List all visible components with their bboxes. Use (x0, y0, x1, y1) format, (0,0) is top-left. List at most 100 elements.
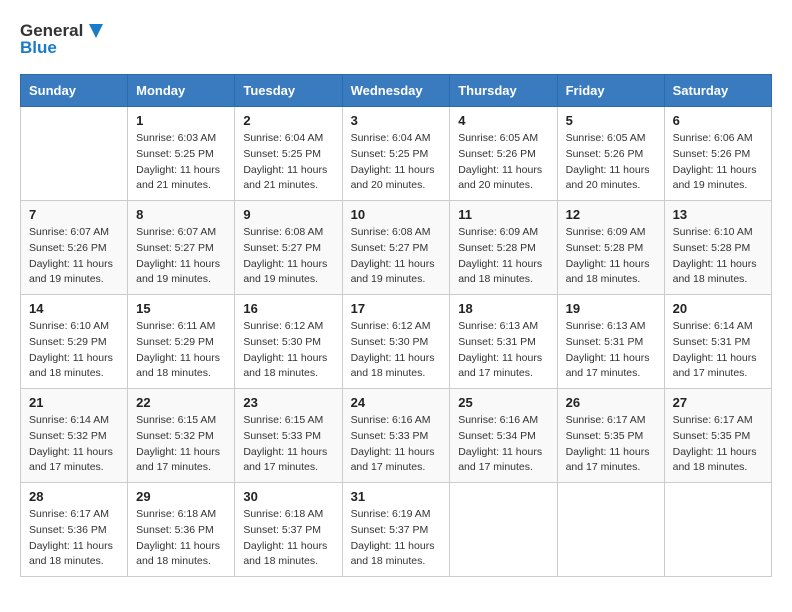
calendar-week-row: 14Sunrise: 6:10 AMSunset: 5:29 PMDayligh… (21, 295, 772, 389)
day-number: 1 (136, 113, 226, 128)
calendar-cell: 17 Sunrise: 6:12 AMSunset: 5:30 PMDayligh… (342, 295, 450, 389)
day-number: 8 (136, 207, 226, 222)
header: General Blue (20, 20, 772, 58)
day-number: 2 (243, 113, 333, 128)
calendar-cell: 5 Sunrise: 6:05 AMSunset: 5:26 PMDaylight… (557, 107, 664, 201)
day-info: Sunrise: 6:16 AMSunset: 5:33 PMDaylight:… (351, 413, 442, 476)
calendar-week-row: 1Sunrise: 6:03 AMSunset: 5:25 PMDaylight… (21, 107, 772, 201)
logo-text: General Blue (20, 20, 107, 58)
weekday-header-monday: Monday (128, 75, 235, 107)
day-info: Sunrise: 6:07 AMSunset: 5:26 PMDaylight:… (29, 225, 119, 288)
weekday-header-thursday: Thursday (450, 75, 557, 107)
calendar-cell: 9 Sunrise: 6:08 AMSunset: 5:27 PMDaylight… (235, 201, 342, 295)
day-number: 11 (458, 207, 548, 222)
calendar-week-row: 7 Sunrise: 6:07 AMSunset: 5:26 PMDaylight… (21, 201, 772, 295)
day-number: 9 (243, 207, 333, 222)
calendar-cell: 27 Sunrise: 6:17 AMSunset: 5:35 PMDayligh… (664, 389, 771, 483)
day-info: Sunrise: 6:07 AMSunset: 5:27 PMDaylight:… (136, 225, 226, 288)
weekday-header-sunday: Sunday (21, 75, 128, 107)
day-number: 24 (351, 395, 442, 410)
day-number: 10 (351, 207, 442, 222)
calendar-cell: 13 Sunrise: 6:10 AMSunset: 5:28 PMDayligh… (664, 201, 771, 295)
calendar-cell: 31 Sunrise: 6:19 AMSunset: 5:37 PMDayligh… (342, 483, 450, 577)
day-info: Sunrise: 6:17 AMSunset: 5:36 PMDaylight:… (29, 507, 119, 570)
day-number: 4 (458, 113, 548, 128)
day-number: 18 (458, 301, 548, 316)
day-info: Sunrise: 6:13 AMSunset: 5:31 PMDaylight:… (458, 319, 548, 382)
calendar-cell: 16 Sunrise: 6:12 AMSunset: 5:30 PMDayligh… (235, 295, 342, 389)
day-number: 15 (136, 301, 226, 316)
day-number: 25 (458, 395, 548, 410)
calendar-cell: 28 Sunrise: 6:17 AMSunset: 5:36 PMDayligh… (21, 483, 128, 577)
calendar-cell: 8 Sunrise: 6:07 AMSunset: 5:27 PMDaylight… (128, 201, 235, 295)
day-info: Sunrise: 6:05 AMSunset: 5:26 PMDaylight:… (566, 131, 656, 194)
day-number: 16 (243, 301, 333, 316)
day-number: 13 (673, 207, 763, 222)
calendar-cell: 6Sunrise: 6:06 AMSunset: 5:26 PMDaylight… (664, 107, 771, 201)
day-info: Sunrise: 6:19 AMSunset: 5:37 PMDaylight:… (351, 507, 442, 570)
weekday-header-friday: Friday (557, 75, 664, 107)
day-info: Sunrise: 6:12 AMSunset: 5:30 PMDaylight:… (243, 319, 333, 382)
day-info: Sunrise: 6:09 AMSunset: 5:28 PMDaylight:… (458, 225, 548, 288)
calendar-cell: 29Sunrise: 6:18 AMSunset: 5:36 PMDayligh… (128, 483, 235, 577)
calendar-cell (557, 483, 664, 577)
day-info: Sunrise: 6:09 AMSunset: 5:28 PMDaylight:… (566, 225, 656, 288)
day-number: 5 (566, 113, 656, 128)
day-info: Sunrise: 6:18 AMSunset: 5:37 PMDaylight:… (243, 507, 333, 570)
calendar-cell: 21 Sunrise: 6:14 AMSunset: 5:32 PMDayligh… (21, 389, 128, 483)
day-info: Sunrise: 6:15 AMSunset: 5:33 PMDaylight:… (243, 413, 333, 476)
day-number: 17 (351, 301, 442, 316)
calendar-cell: 10Sunrise: 6:08 AMSunset: 5:27 PMDayligh… (342, 201, 450, 295)
calendar-cell: 20 Sunrise: 6:14 AMSunset: 5:31 PMDayligh… (664, 295, 771, 389)
weekday-header-wednesday: Wednesday (342, 75, 450, 107)
calendar-cell: 23Sunrise: 6:15 AMSunset: 5:33 PMDayligh… (235, 389, 342, 483)
day-info: Sunrise: 6:14 AMSunset: 5:32 PMDaylight:… (29, 413, 119, 476)
calendar-cell: 18 Sunrise: 6:13 AMSunset: 5:31 PMDayligh… (450, 295, 557, 389)
day-number: 7 (29, 207, 119, 222)
day-number: 22 (136, 395, 226, 410)
calendar-cell: 14Sunrise: 6:10 AMSunset: 5:29 PMDayligh… (21, 295, 128, 389)
calendar-cell: 19 Sunrise: 6:13 AMSunset: 5:31 PMDayligh… (557, 295, 664, 389)
day-info: Sunrise: 6:17 AMSunset: 5:35 PMDaylight:… (673, 413, 763, 476)
calendar-cell: 25 Sunrise: 6:16 AMSunset: 5:34 PMDayligh… (450, 389, 557, 483)
day-number: 21 (29, 395, 119, 410)
day-info: Sunrise: 6:13 AMSunset: 5:31 PMDaylight:… (566, 319, 656, 382)
day-info: Sunrise: 6:14 AMSunset: 5:31 PMDaylight:… (673, 319, 763, 382)
day-info: Sunrise: 6:15 AMSunset: 5:32 PMDaylight:… (136, 413, 226, 476)
calendar-cell (21, 107, 128, 201)
day-number: 31 (351, 489, 442, 504)
day-number: 6 (673, 113, 763, 128)
logo: General Blue (20, 20, 107, 58)
day-info: Sunrise: 6:08 AMSunset: 5:27 PMDaylight:… (243, 225, 333, 288)
day-number: 14 (29, 301, 119, 316)
day-info: Sunrise: 6:11 AMSunset: 5:29 PMDaylight:… (136, 319, 226, 382)
calendar-cell (664, 483, 771, 577)
day-info: Sunrise: 6:12 AMSunset: 5:30 PMDaylight:… (351, 319, 442, 382)
day-number: 26 (566, 395, 656, 410)
day-number: 19 (566, 301, 656, 316)
day-number: 3 (351, 113, 442, 128)
day-info: Sunrise: 6:10 AMSunset: 5:28 PMDaylight:… (673, 225, 763, 288)
day-info: Sunrise: 6:05 AMSunset: 5:26 PMDaylight:… (458, 131, 548, 194)
calendar-cell (450, 483, 557, 577)
weekday-header-saturday: Saturday (664, 75, 771, 107)
calendar-week-row: 28 Sunrise: 6:17 AMSunset: 5:36 PMDayligh… (21, 483, 772, 577)
day-number: 27 (673, 395, 763, 410)
calendar-table: SundayMondayTuesdayWednesdayThursdayFrid… (20, 74, 772, 577)
calendar-cell: 26Sunrise: 6:17 AMSunset: 5:35 PMDayligh… (557, 389, 664, 483)
calendar-cell: 4 Sunrise: 6:05 AMSunset: 5:26 PMDaylight… (450, 107, 557, 201)
day-info: Sunrise: 6:04 AMSunset: 5:25 PMDaylight:… (243, 131, 333, 194)
weekday-header-tuesday: Tuesday (235, 75, 342, 107)
day-number: 20 (673, 301, 763, 316)
day-number: 28 (29, 489, 119, 504)
day-number: 29 (136, 489, 226, 504)
day-info: Sunrise: 6:04 AMSunset: 5:25 PMDaylight:… (351, 131, 442, 194)
calendar-cell: 2 Sunrise: 6:04 AMSunset: 5:25 PMDaylight… (235, 107, 342, 201)
calendar-cell: 11 Sunrise: 6:09 AMSunset: 5:28 PMDayligh… (450, 201, 557, 295)
day-info: Sunrise: 6:16 AMSunset: 5:34 PMDaylight:… (458, 413, 548, 476)
calendar-cell: 1Sunrise: 6:03 AMSunset: 5:25 PMDaylight… (128, 107, 235, 201)
logo-arrow-icon (85, 20, 107, 42)
calendar-cell: 12Sunrise: 6:09 AMSunset: 5:28 PMDayligh… (557, 201, 664, 295)
calendar-cell: 15 Sunrise: 6:11 AMSunset: 5:29 PMDayligh… (128, 295, 235, 389)
logo-blue: Blue (20, 38, 57, 58)
